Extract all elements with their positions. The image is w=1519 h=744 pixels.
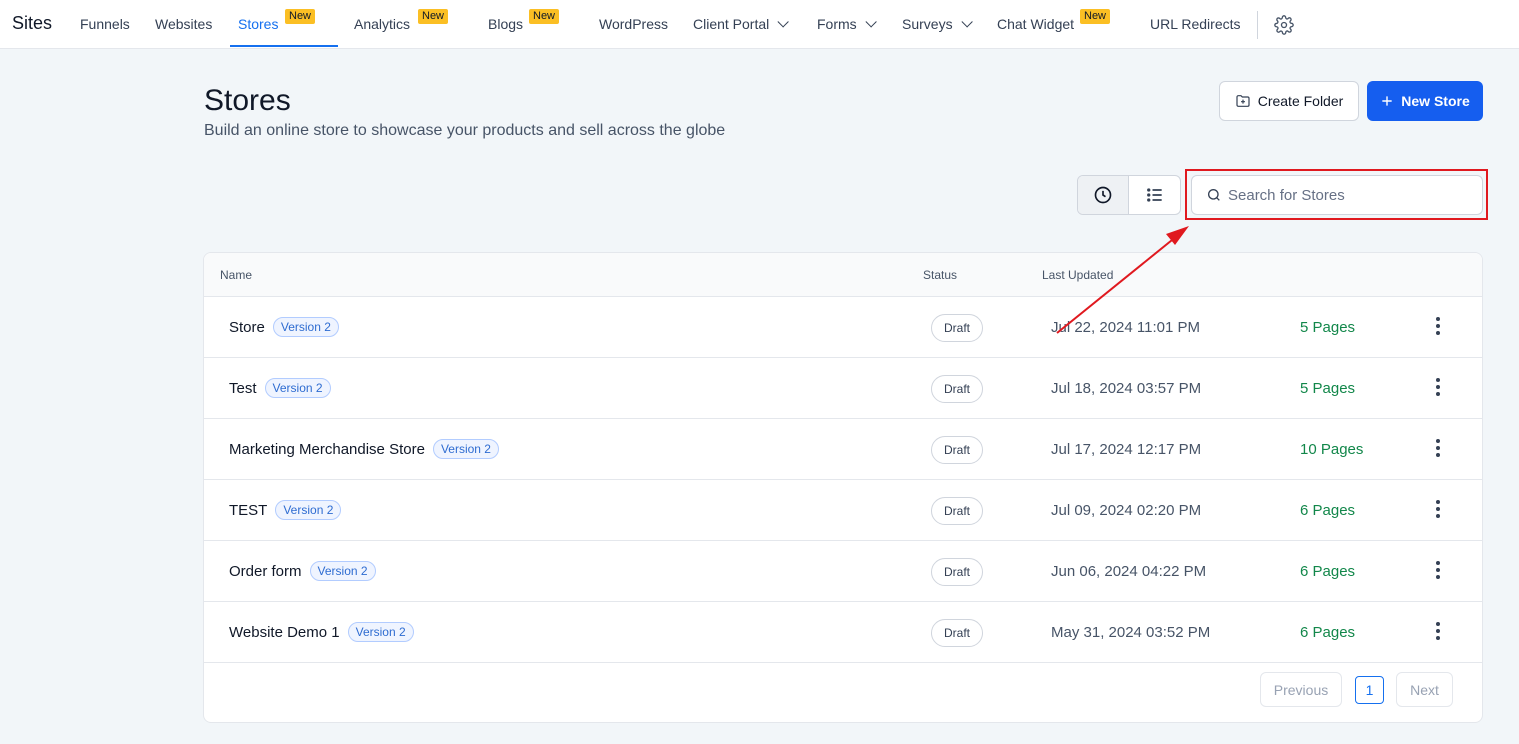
- store-name[interactable]: TEST: [229, 502, 267, 519]
- column-header-status: Status: [923, 268, 958, 282]
- page-title: Stores: [204, 84, 291, 117]
- nav-item-stores[interactable]: Stores: [238, 16, 278, 32]
- stores-table: Name Status Last Updated Store Version 2…: [203, 252, 1483, 723]
- more-options-icon[interactable]: [1430, 498, 1446, 520]
- status-badge: Draft: [931, 497, 984, 525]
- version-badge: Version 2: [264, 378, 331, 398]
- nav-item-label: Client Portal: [693, 16, 770, 32]
- brand-title: Sites: [12, 13, 53, 33]
- nav-item-funnels[interactable]: Funnels: [80, 16, 130, 32]
- nav-item-label: Surveys: [902, 16, 953, 32]
- column-header-last-updated: Last Updated: [1042, 268, 1114, 282]
- search-input[interactable]: [1228, 186, 1468, 204]
- table-row[interactable]: TEST Version 2 Draft Jul 09, 2024 02:20 …: [204, 480, 1482, 541]
- chevron-down-icon: [777, 16, 790, 28]
- list-icon: [1146, 188, 1162, 202]
- plus-icon: [1382, 96, 1392, 106]
- store-name-cell: Website Demo 1 Version 2: [229, 622, 414, 642]
- create-folder-label: Create Folder: [1257, 93, 1344, 109]
- pages-count[interactable]: 5 Pages: [1300, 380, 1355, 397]
- more-options-icon[interactable]: [1430, 376, 1446, 398]
- nav-item-url-redirects[interactable]: URL Redirects: [1150, 16, 1241, 32]
- nav-item-surveys[interactable]: Surveys: [902, 16, 973, 32]
- status-badge: Draft: [931, 619, 984, 647]
- page-number-button[interactable]: 1: [1355, 676, 1384, 704]
- create-folder-button[interactable]: Create Folder: [1219, 81, 1359, 121]
- pages-count[interactable]: 6 Pages: [1300, 563, 1355, 580]
- store-name-cell: Test Version 2: [229, 378, 331, 398]
- table-row[interactable]: Store Version 2 Draft Jul 22, 2024 11:01…: [204, 297, 1482, 358]
- nav-item-blogs[interactable]: Blogs: [488, 16, 523, 32]
- new-badge: New: [285, 9, 316, 24]
- status-badge: Draft: [931, 558, 984, 586]
- store-name-cell: Marketing Merchandise Store Version 2: [229, 439, 499, 459]
- last-updated: Jul 17, 2024 12:17 PM: [1051, 441, 1202, 458]
- status-badge: Draft: [931, 314, 984, 342]
- nav-item-label: Forms: [817, 16, 857, 32]
- table-row[interactable]: Order form Version 2 Draft Jun 06, 2024 …: [204, 541, 1482, 602]
- new-badge: New: [529, 9, 560, 24]
- nav-item-chat-widget[interactable]: Chat Widget: [997, 16, 1074, 32]
- search-box: [1191, 175, 1483, 215]
- nav-divider: [1257, 11, 1258, 39]
- version-badge: Version 2: [347, 622, 414, 642]
- more-options-icon[interactable]: [1430, 437, 1446, 459]
- version-badge: Version 2: [275, 500, 342, 520]
- status-badge: Draft: [931, 375, 984, 403]
- new-badge: New: [418, 9, 449, 24]
- more-options-icon[interactable]: [1430, 315, 1446, 337]
- folder-plus-icon: [1236, 95, 1250, 107]
- pages-count[interactable]: 6 Pages: [1300, 624, 1355, 641]
- last-updated: Jul 18, 2024 03:57 PM: [1051, 380, 1202, 397]
- table-row[interactable]: Website Demo 1 Version 2 Draft May 31, 2…: [204, 602, 1482, 663]
- last-updated: Jul 09, 2024 02:20 PM: [1051, 502, 1202, 519]
- pages-count[interactable]: 10 Pages: [1300, 441, 1363, 458]
- last-updated: Jun 06, 2024 04:22 PM: [1051, 563, 1207, 580]
- status-badge: Draft: [931, 436, 984, 464]
- store-name-cell: TEST Version 2: [229, 500, 342, 520]
- version-badge: Version 2: [272, 317, 339, 337]
- nav-item-analytics[interactable]: Analytics: [354, 16, 410, 32]
- chevron-down-icon: [865, 16, 877, 28]
- store-name[interactable]: Test: [229, 380, 257, 397]
- page-subtitle: Build an online store to showcase your p…: [204, 122, 726, 139]
- version-badge: Version 2: [432, 439, 499, 459]
- more-options-icon[interactable]: [1430, 559, 1446, 581]
- gear-icon[interactable]: [1274, 15, 1294, 35]
- table-header: Name Status Last Updated: [204, 253, 1482, 297]
- clock-icon: [1094, 186, 1112, 204]
- next-page-button[interactable]: Next: [1396, 672, 1453, 707]
- new-store-button[interactable]: New Store: [1367, 81, 1483, 121]
- search-icon: [1208, 189, 1220, 201]
- store-name[interactable]: Order form: [229, 563, 302, 580]
- new-store-label: New Store: [1401, 93, 1470, 109]
- last-updated: Jul 22, 2024 11:01 PM: [1051, 319, 1200, 336]
- table-row[interactable]: Test Version 2 Draft Jul 18, 2024 03:57 …: [204, 358, 1482, 419]
- pages-count[interactable]: 6 Pages: [1300, 502, 1355, 519]
- active-tab-indicator: [230, 45, 338, 47]
- pages-count[interactable]: 5 Pages: [1300, 319, 1355, 336]
- store-name[interactable]: Store: [229, 319, 265, 336]
- last-updated: May 31, 2024 03:52 PM: [1051, 624, 1211, 641]
- table-row[interactable]: Marketing Merchandise Store Version 2 Dr…: [204, 419, 1482, 480]
- chevron-down-icon: [961, 16, 973, 28]
- nav-item-forms[interactable]: Forms: [817, 16, 877, 32]
- list-view-button[interactable]: [1129, 176, 1180, 214]
- nav-item-wordpress[interactable]: WordPress: [599, 16, 668, 32]
- store-name[interactable]: Website Demo 1: [229, 624, 340, 641]
- more-options-icon[interactable]: [1430, 620, 1446, 642]
- store-name-cell: Store Version 2: [229, 317, 339, 337]
- view-toggle: [1077, 175, 1181, 215]
- store-name-cell: Order form Version 2: [229, 561, 376, 581]
- version-badge: Version 2: [309, 561, 376, 581]
- recent-view-button[interactable]: [1078, 176, 1130, 214]
- nav-item-websites[interactable]: Websites: [155, 16, 212, 32]
- store-name[interactable]: Marketing Merchandise Store: [229, 441, 425, 458]
- new-badge: New: [1080, 9, 1111, 24]
- previous-page-button[interactable]: Previous: [1260, 672, 1342, 707]
- column-header-name: Name: [220, 268, 253, 282]
- top-nav: Sites Funnels Websites Stores New Analyt…: [0, 0, 1519, 49]
- nav-item-client-portal[interactable]: Client Portal: [693, 16, 790, 32]
